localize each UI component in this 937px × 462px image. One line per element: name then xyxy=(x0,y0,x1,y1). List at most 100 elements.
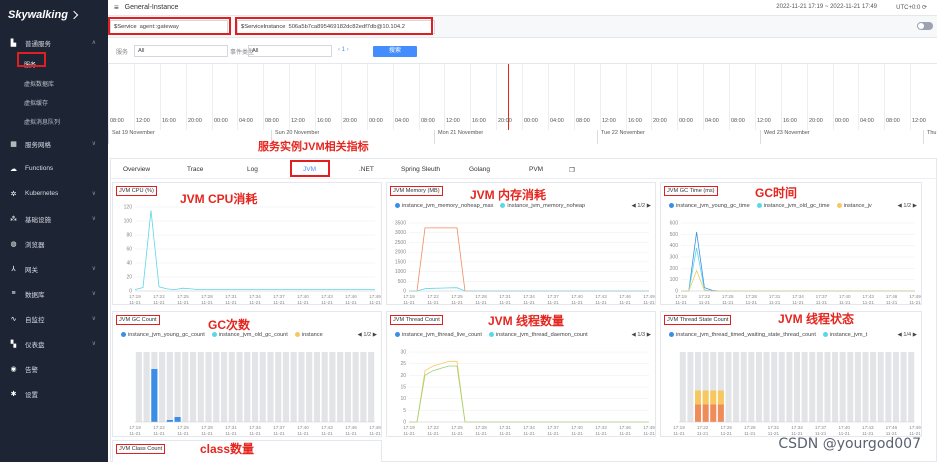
series-line-0 xyxy=(681,232,915,292)
timezone-label: UTC+0:0 xyxy=(896,5,921,11)
time-range[interactable]: 2022-11-21 17:19 ~ 2022-11-21 17:49 xyxy=(776,4,877,10)
sidebar-item-7[interactable]: ✲ Kubernetes ∨ xyxy=(0,181,108,206)
timeline-tick: 04:00 xyxy=(705,118,719,124)
x-tick-label: 17:25 xyxy=(722,294,734,299)
timeline-gridline xyxy=(341,64,342,130)
sidebar-item-14[interactable]: ◉ 告警 xyxy=(0,356,108,381)
sidebar-subitem-4[interactable]: 虚拟消息队列 xyxy=(0,112,108,131)
x-tick-date: 11-21 xyxy=(369,300,381,305)
x-tick-label: 17:22 xyxy=(153,294,165,299)
sidebar-item-15[interactable]: ✱ 设置 xyxy=(0,381,108,406)
filter-service-label: 服务 xyxy=(116,50,129,56)
sidebar-item-label: 数据库 xyxy=(25,291,45,299)
y-tick-label: 1500 xyxy=(395,259,406,265)
sidebar-item-5[interactable]: ▦ 服务网格 ∨ xyxy=(0,131,108,156)
y-tick-label: 600 xyxy=(670,221,679,227)
x-tick-label: 17:40 xyxy=(571,294,583,299)
tab-trace[interactable]: Trace xyxy=(187,166,203,173)
copy-icon[interactable]: ❐ xyxy=(569,166,575,174)
series-line-1 xyxy=(409,365,649,423)
bar-background xyxy=(763,352,770,422)
x-tick-label: 17:19 xyxy=(675,294,687,299)
tab-log[interactable]: Log xyxy=(247,166,258,173)
bar-background xyxy=(344,352,351,422)
tab-net[interactable]: .NET xyxy=(359,166,374,173)
timeline-tick: 00:00 xyxy=(214,118,228,124)
x-tick-label: 17:31 xyxy=(499,294,511,299)
timeline-gridline xyxy=(626,64,627,130)
tab-overview[interactable]: Overview xyxy=(123,166,150,173)
x-tick-date: 11-21 xyxy=(839,300,851,305)
next-page-icon[interactable]: › xyxy=(347,47,349,53)
timeline-gridline xyxy=(807,64,808,130)
sidebar-subitem-2[interactable]: 虚拟数据库 xyxy=(0,74,108,93)
sidebar-item-12[interactable]: ∿ 自监控 ∨ xyxy=(0,306,108,331)
filter-service-select[interactable]: All xyxy=(134,45,228,57)
bar-background xyxy=(687,352,694,422)
logo[interactable]: Skywalking xyxy=(0,0,108,30)
x-tick-label: 17:43 xyxy=(862,425,874,430)
filter-type-select[interactable]: All xyxy=(248,45,332,57)
prev-page-icon[interactable]: ‹ xyxy=(338,47,340,53)
menu-icon[interactable]: ≡ xyxy=(114,3,119,12)
x-tick-label: 17:43 xyxy=(595,294,607,299)
y-tick-label: 15 xyxy=(400,385,406,391)
chevron-icon: ∨ xyxy=(91,141,96,147)
bar-background xyxy=(360,352,367,422)
tab-pvm[interactable]: PVM xyxy=(529,166,543,173)
x-tick-date: 11-21 xyxy=(745,300,757,305)
sidebar-item-11[interactable]: ≡ 数据库 ∨ xyxy=(0,281,108,306)
bar-background xyxy=(832,352,839,422)
annotation-cpu: JVM CPU消耗 xyxy=(180,192,258,206)
x-tick-date: 11-21 xyxy=(673,431,685,436)
search-button[interactable]: 搜索 xyxy=(373,46,417,57)
bar-background xyxy=(189,352,197,422)
refresh-icon[interactable]: ⟳ xyxy=(922,5,927,11)
bar-background xyxy=(816,352,823,422)
sidebar-item-8[interactable]: ⁂ 基础设施 ∨ xyxy=(0,206,108,231)
sidebar-subitem-3[interactable]: 虚拟缓存 xyxy=(0,93,108,112)
bar-background xyxy=(809,352,816,422)
timeline-day: Mon 21 November xyxy=(438,130,484,136)
bar-background xyxy=(352,352,359,422)
x-tick-label: 17:46 xyxy=(619,294,631,299)
x-tick-label: 17:25 xyxy=(451,425,463,430)
timeline-tick: 08:00 xyxy=(421,118,435,124)
x-tick-label: 17:37 xyxy=(547,294,559,299)
bar-background xyxy=(801,352,808,422)
x-tick-date: 11-21 xyxy=(345,300,357,305)
bar-background xyxy=(824,352,831,422)
timeline-tick: 00:00 xyxy=(835,118,849,124)
timeline-tick: 08:00 xyxy=(576,118,590,124)
y-tick-label: 25 xyxy=(400,361,406,367)
sidebar-item-9[interactable]: ◍ 浏览器 xyxy=(0,231,108,256)
x-tick-label: 17:25 xyxy=(451,294,463,299)
page-number[interactable]: 1 xyxy=(342,47,345,53)
sidebar-item-6[interactable]: ☁ Functions xyxy=(0,156,108,181)
timeline-gridline xyxy=(186,64,187,130)
x-tick-date: 11-21 xyxy=(595,300,607,305)
y-tick-label: 20 xyxy=(126,275,132,281)
timeline-day-separator xyxy=(597,130,598,144)
bar-1 xyxy=(710,390,717,405)
tab-golang[interactable]: Golang xyxy=(469,166,490,173)
x-tick-label: 17:37 xyxy=(547,425,559,430)
database-icon: ≡ xyxy=(11,290,16,297)
series-line-1 xyxy=(409,287,649,292)
x-tick-date: 11-21 xyxy=(886,300,898,305)
sidebar-subitem-label: 虚拟缓存 xyxy=(24,101,49,107)
timeline-day: Sun 20 November xyxy=(275,130,320,136)
sidebar-item-label: 浏览器 xyxy=(25,241,45,249)
edit-toggle[interactable] xyxy=(917,22,933,30)
sidebar-item-13[interactable]: ▚ 仪表盘 ∨ xyxy=(0,331,108,356)
y-tick-label: 500 xyxy=(398,279,407,285)
sidebar-item-10[interactable]: ⅄ 网关 ∨ xyxy=(0,256,108,281)
x-tick-date: 11-21 xyxy=(403,300,415,305)
timezone: UTC+0:0 ⟳ xyxy=(896,4,927,11)
x-tick-date: 11-21 xyxy=(249,300,261,305)
chevron-icon: ∧ xyxy=(91,40,96,46)
bar-background xyxy=(740,352,747,422)
sidebar-item-label: 设置 xyxy=(25,391,38,399)
tab-springsleuth[interactable]: Spring Sleuth xyxy=(401,166,440,173)
timeline-tick: 12:00 xyxy=(912,118,926,124)
